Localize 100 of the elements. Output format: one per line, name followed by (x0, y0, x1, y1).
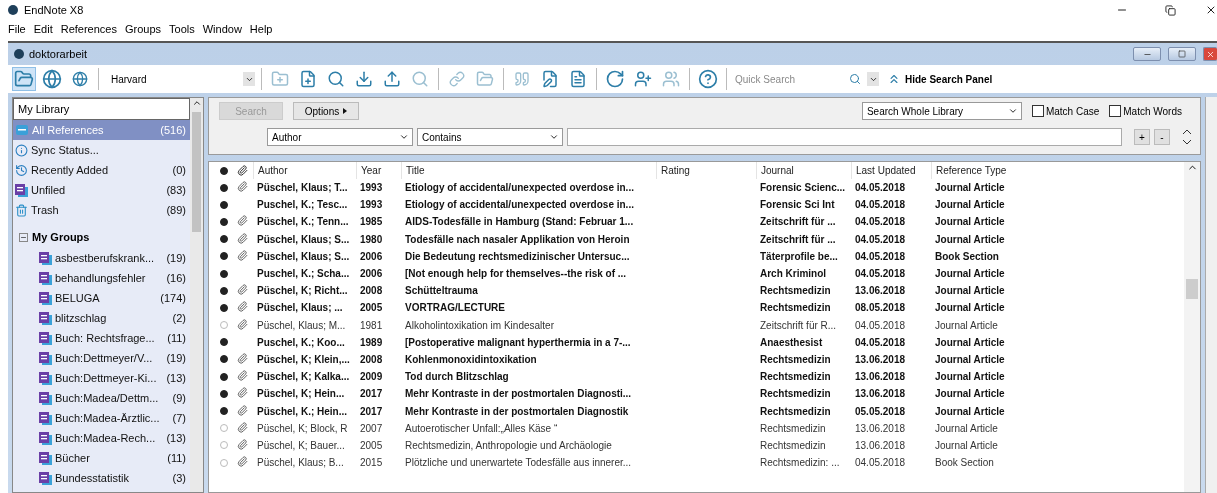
table-cell-text: Rechtsmedizin, Anthropologie und Archäologie (404, 439, 613, 451)
table-cell-text: 1993 (359, 182, 384, 194)
table-cell-text: Book Section (934, 250, 1000, 262)
group-icon (39, 351, 52, 365)
scrollbar[interactable] (190, 98, 203, 492)
table-cell-text: Forensic Sci Int (759, 199, 836, 211)
close-icon (1206, 49, 1215, 59)
add-row-button[interactable]: + (1134, 129, 1150, 145)
checkbox[interactable]: Match Words (1109, 105, 1182, 117)
group-item[interactable]: Bundesstatistik (3) (13, 468, 190, 488)
up-down-arrows-icon[interactable] (1182, 128, 1192, 146)
group-item[interactable]: Buch:Madea-Rech... (13) (13, 428, 190, 448)
table-cell-text: 2008 (359, 285, 384, 297)
info-icon (15, 143, 28, 157)
sidebar-item[interactable]: Sync Status... (13, 140, 190, 160)
table-cell-text: Püschel, K; Hein... (256, 388, 346, 400)
field-dropdown[interactable]: Author (267, 128, 413, 146)
scroll-thumb[interactable] (192, 112, 201, 232)
dropdown-button[interactable] (867, 72, 879, 86)
menu-item[interactable]: References (56, 23, 121, 35)
sidebar-item[interactable]: Recently Added (0) (13, 160, 190, 180)
group-item[interactable]: Bücher (11) (13, 448, 190, 468)
scope-dropdown[interactable]: Search Whole Library (861, 102, 1022, 120)
table-cell-text: 04.05.2018 (854, 233, 907, 245)
library-dropdown[interactable]: My Library (13, 98, 190, 120)
table-cell-text: Rechtsmedizin (759, 388, 832, 400)
table-cell-text: 13.06.2018 (854, 388, 907, 400)
sidebar-item[interactable]: Unfiled (83) (13, 180, 190, 200)
menu-item[interactable]: Window (198, 23, 246, 35)
hide-search-panel-button[interactable]: Hide Search Panel (883, 72, 997, 86)
search-term-field[interactable] (567, 128, 1122, 146)
close-icon[interactable] (1205, 4, 1217, 16)
table-cell-text: Journal Article (934, 422, 999, 434)
table-cell-text: Rechtsmedizin (759, 371, 832, 383)
group-item[interactable]: Buch:Dettmeyer/V... (19) (13, 348, 190, 368)
group-icon (39, 431, 52, 445)
column-header[interactable]: Title (401, 162, 656, 179)
triangle-icon (343, 108, 348, 114)
table-cell-text: 2015 (359, 457, 384, 469)
group-icon (39, 391, 52, 405)
table-cell-text: VORTRAG/LECTURE (404, 302, 506, 314)
column-header[interactable]: Author (253, 162, 356, 179)
library-icon (15, 123, 29, 137)
close-button[interactable] (1203, 47, 1217, 61)
maximize-button[interactable] (1168, 47, 1196, 61)
table-cell-text: Täterprofile be... (759, 250, 839, 262)
table-cell-text: Püschel, Klaus; S... (256, 233, 351, 245)
table-cell-text: Zeitschrift für ... (759, 216, 837, 228)
table-cell-text: Schütteltrauma (404, 285, 479, 297)
group-item[interactable]: Buch:Dettmeyer-Ki... (13) (13, 368, 190, 388)
table-cell-text: Püschel, K; Richt... (256, 285, 349, 297)
scroll-up-icon[interactable] (191, 98, 202, 108)
group-item[interactable]: BELUGA (174) (13, 288, 190, 308)
checkbox[interactable]: Match Case (1031, 105, 1100, 117)
group-icon (39, 311, 52, 325)
table-cell-text: 2007 (359, 422, 384, 434)
column-header[interactable]: Journal (756, 162, 851, 179)
table-cell-text: [Not enough help for themselves--the risk of ... (404, 268, 628, 280)
minimize-button[interactable] (1133, 47, 1161, 61)
remove-row-button[interactable]: - (1154, 129, 1170, 145)
group-item[interactable]: asbestberufskrank... (19) (13, 248, 190, 268)
caret-icon (399, 132, 409, 142)
restore-icon[interactable] (1164, 4, 1176, 16)
column-header[interactable]: Last Updated (851, 162, 931, 179)
column-header[interactable]: Year (356, 162, 401, 179)
help-icon[interactable] (696, 67, 720, 91)
menu-item[interactable]: Help (245, 23, 277, 35)
collapse-icon[interactable] (19, 232, 28, 242)
scroll-thumb[interactable] (1186, 279, 1198, 299)
table-cell-text: 13.06.2018 (854, 439, 907, 451)
menu-item[interactable]: File (4, 23, 30, 35)
folder-icon[interactable] (12, 67, 36, 91)
table-cell-text: Zeitschrift für R... (759, 319, 838, 331)
menu-item[interactable]: Edit (29, 23, 57, 35)
group-item[interactable]: Buch:Madea-Ärztlic... (7) (13, 408, 190, 428)
column-header[interactable]: Rating (656, 162, 756, 179)
group-item[interactable]: Buch: Rechtsfrage... (11) (13, 328, 190, 348)
group-icon (39, 291, 52, 305)
menu-item[interactable]: Tools (165, 23, 199, 35)
sidebar-item[interactable]: Trash (89) (13, 200, 190, 220)
group-item[interactable]: behandlungsfehler (16) (13, 268, 190, 288)
scrollbar[interactable] (1184, 162, 1200, 492)
table-cell-text: Book Section (934, 457, 995, 469)
groups-heading: My Groups (32, 231, 90, 243)
table-cell-text: Journal Article (934, 439, 999, 451)
operator-dropdown[interactable]: Contains (417, 128, 563, 146)
style-dropdown[interactable]: Harvard (105, 69, 255, 89)
menu-item[interactable]: Groups (120, 23, 166, 35)
group-item[interactable]: blitzschlag (2) (13, 308, 190, 328)
app-logo-icon (14, 49, 24, 59)
table-cell-text: Kohlenmonoxidintoxikation (404, 353, 538, 365)
table-cell-text: Journal Article (934, 285, 1006, 297)
attachment-icon (237, 165, 248, 176)
globe-icon[interactable] (40, 67, 64, 91)
group-item[interactable]: Buch:Madea/Dettm... (9) (13, 388, 190, 408)
options-button[interactable]: Options (293, 102, 359, 120)
column-header[interactable]: Reference Type (931, 162, 1026, 179)
table-cell-text: Püschel, K; Klein,... (256, 353, 351, 365)
table-cell-text: Journal Article (934, 268, 1006, 280)
table-cell-text: 1985 (359, 216, 384, 228)
